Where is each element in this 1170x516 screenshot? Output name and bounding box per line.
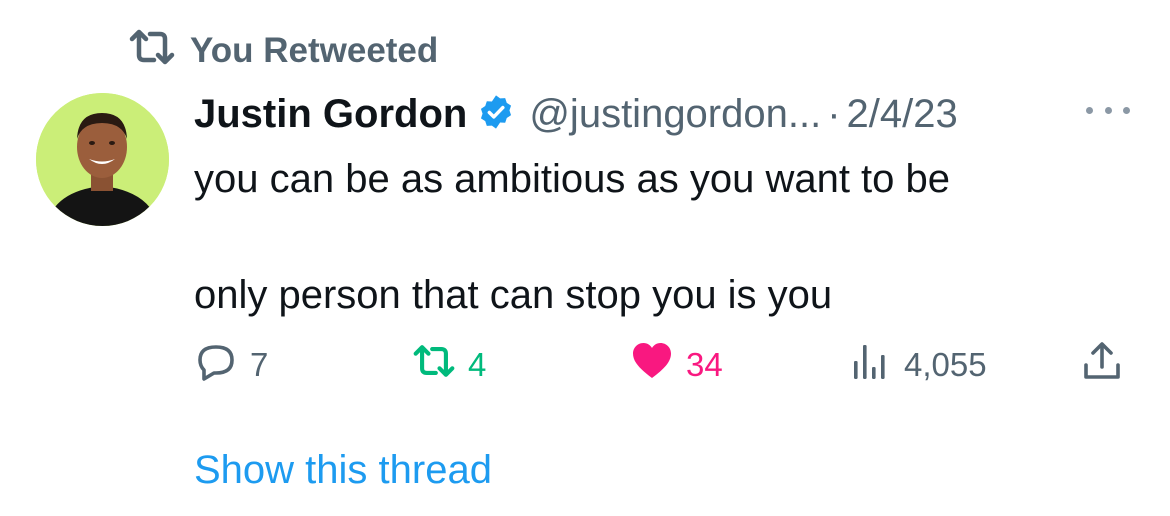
- tweet-actions: 7 4 34 4,055: [0, 340, 1170, 390]
- retweet-context-label: You Retweeted: [190, 31, 439, 70]
- tweet-header: Justin Gordon @justingordon... · 2/4/23: [194, 88, 958, 140]
- show-thread-link[interactable]: Show this thread: [194, 448, 492, 493]
- reply-icon: [194, 339, 238, 391]
- share-button[interactable]: [1080, 340, 1124, 390]
- like-count: 34: [686, 346, 723, 383]
- verified-badge-icon: [467, 93, 529, 136]
- views-button[interactable]: 4,055: [848, 340, 987, 390]
- tweet-text: you can be as ambitious as you want to b…: [194, 150, 1094, 324]
- tweet-text-line: only person that can stop you is you: [194, 273, 833, 317]
- retweet-button[interactable]: 4: [412, 340, 486, 390]
- retweet-count: 4: [468, 346, 487, 383]
- heart-icon: [630, 339, 674, 391]
- author-handle[interactable]: @justingordon...: [529, 92, 821, 137]
- author-display-name[interactable]: Justin Gordon: [194, 92, 467, 137]
- views-count: 4,055: [904, 346, 987, 383]
- retweet-icon: [412, 339, 456, 391]
- more-options-icon[interactable]: [1086, 100, 1130, 120]
- retweet-context: You Retweeted: [128, 28, 438, 74]
- avatar[interactable]: [36, 93, 169, 226]
- reply-button[interactable]: 7: [194, 340, 268, 390]
- reply-count: 7: [250, 346, 269, 383]
- like-button[interactable]: 34: [630, 340, 723, 390]
- separator-dot: ·: [827, 91, 841, 136]
- views-icon: [848, 339, 892, 391]
- tweet-text-line: you can be as ambitious as you want to b…: [194, 157, 951, 201]
- retweet-icon: [128, 27, 176, 76]
- share-icon: [1080, 339, 1124, 391]
- tweet-date[interactable]: 2/4/23: [847, 92, 958, 137]
